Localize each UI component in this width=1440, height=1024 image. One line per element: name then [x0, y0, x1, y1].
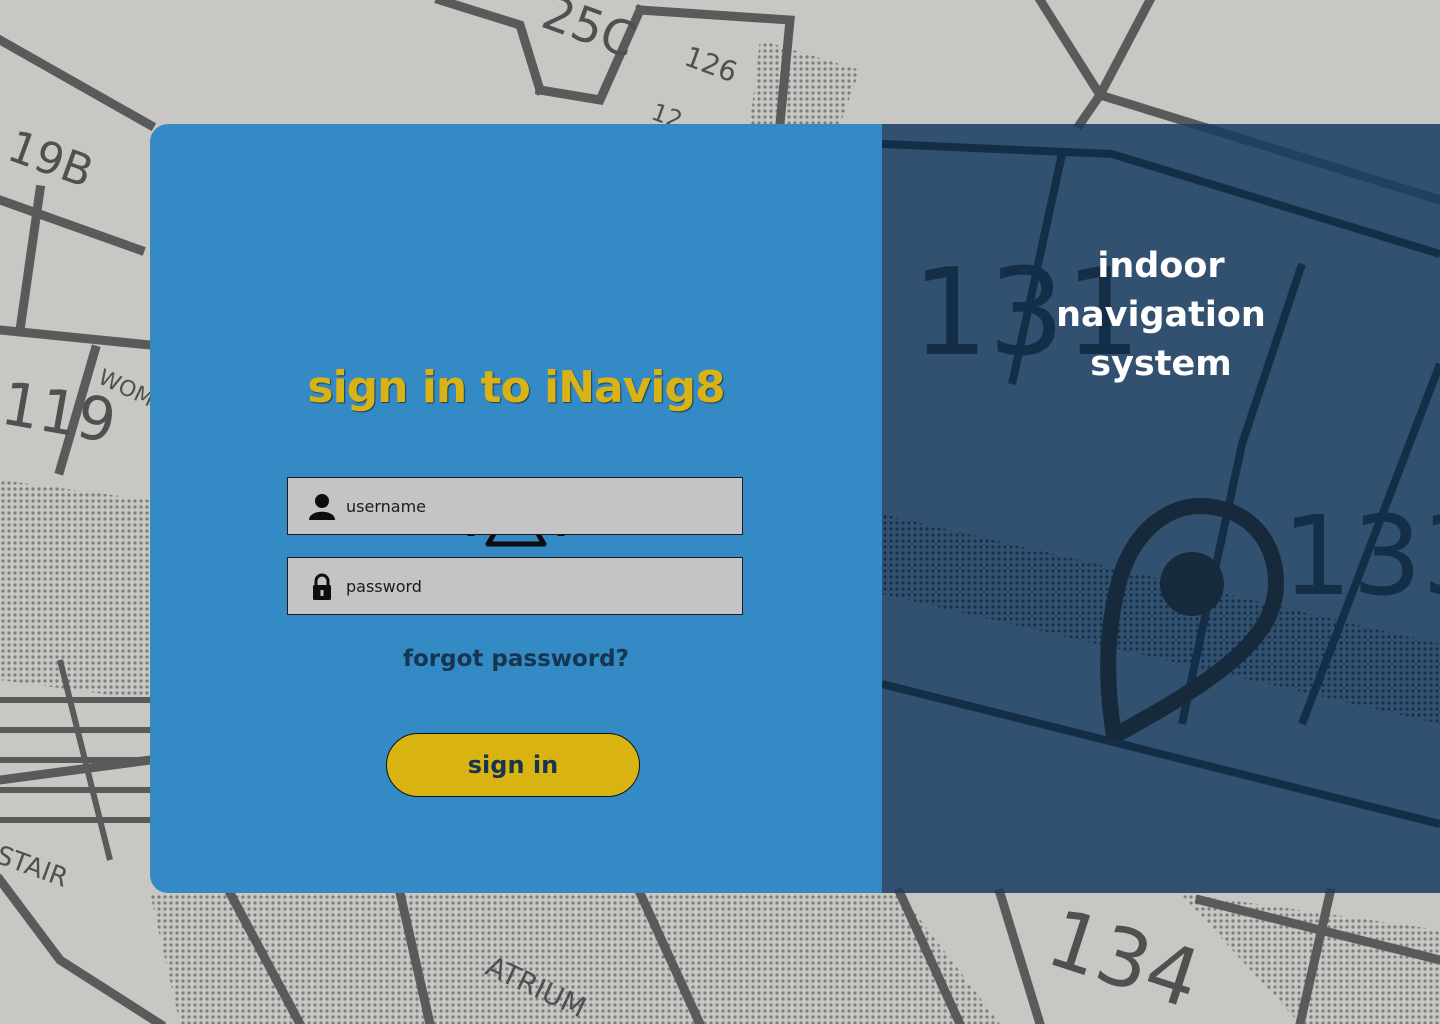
page-title: sign in to iNavig8	[307, 362, 725, 413]
map-pin-icon	[1100, 498, 1284, 740]
tagline-line: system	[1090, 344, 1232, 384]
tagline-line: navigation	[1056, 295, 1266, 335]
forgot-password-link[interactable]: forgot password?	[150, 646, 882, 672]
password-input[interactable]	[346, 558, 726, 614]
login-panel: sign in to iNavig8 forgot password? sign…	[150, 124, 882, 893]
tagline: indoor navigation system	[882, 242, 1440, 389]
username-field[interactable]	[287, 477, 743, 535]
user-icon	[309, 494, 335, 520]
password-field[interactable]	[287, 557, 743, 615]
username-input[interactable]	[346, 478, 726, 534]
tagline-line: indoor	[1097, 246, 1225, 286]
bg-room-label: 133	[1282, 492, 1440, 620]
brand-panel: 131 133 indoor navigation system	[882, 124, 1440, 893]
sign-in-button[interactable]: sign in	[386, 733, 640, 797]
lock-icon	[313, 573, 331, 600]
